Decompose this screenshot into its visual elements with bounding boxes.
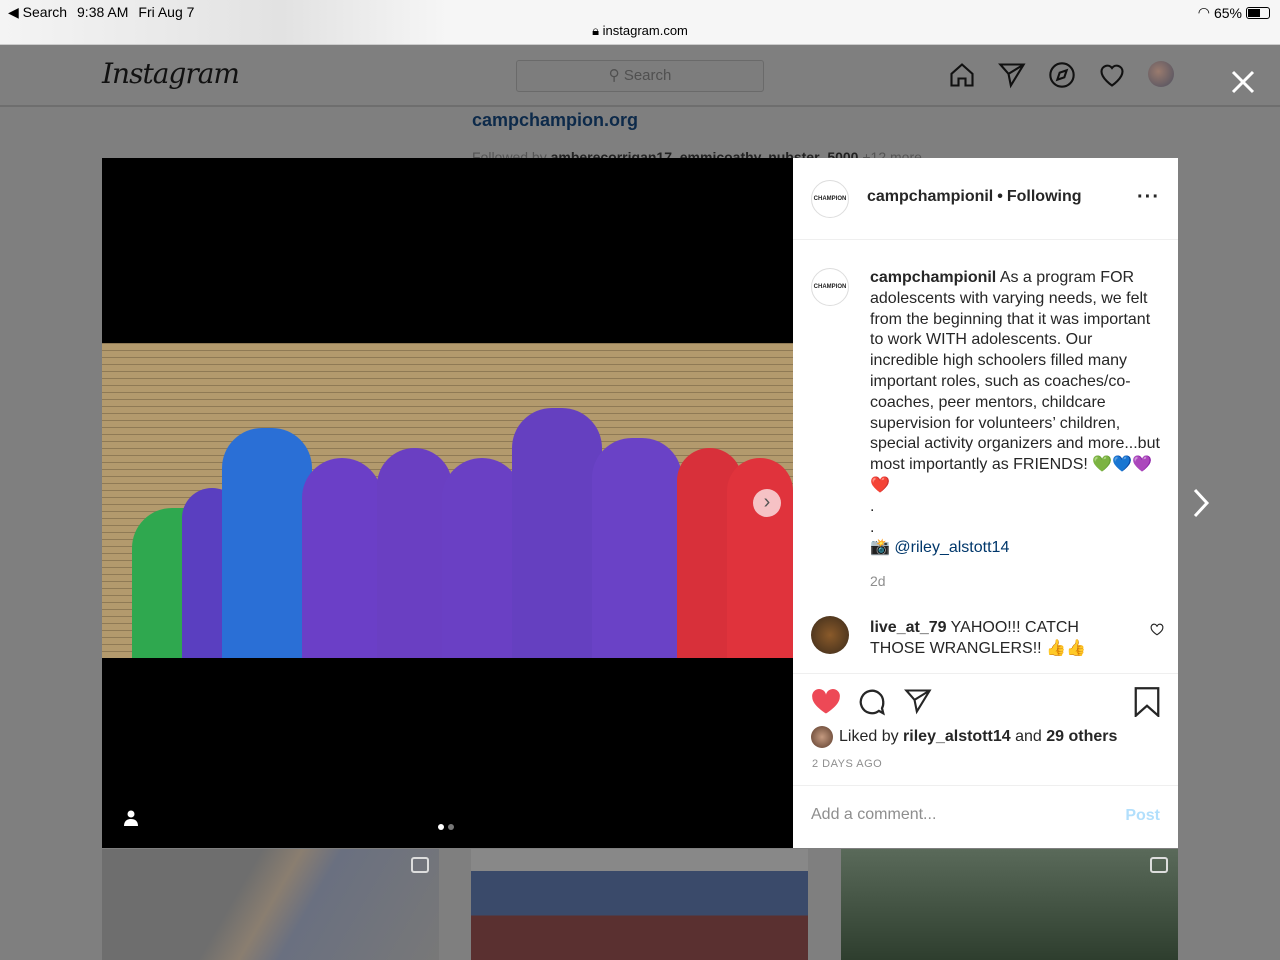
comment-item: live_at_79 YAHOO!!! CATCH THOSE WRANGLER… bbox=[793, 607, 1178, 673]
comment-input[interactable] bbox=[811, 806, 1091, 824]
caption-text: campchampionil As a program FOR adolesce… bbox=[870, 269, 1160, 557]
ios-status-bar: ◀ Search 9:38 AM Fri Aug 7 ◠ 65% 🔒︎ instagr… bbox=[0, 0, 1280, 45]
caption-username[interactable]: campchampionil bbox=[870, 269, 996, 286]
address-bar[interactable]: 🔒︎ instagram.com bbox=[0, 23, 1280, 39]
carousel-indicator bbox=[438, 824, 454, 830]
lock-icon: 🔒︎ bbox=[592, 23, 600, 38]
date: Fri Aug 7 bbox=[138, 4, 195, 20]
post-time[interactable]: 2d bbox=[870, 573, 1164, 589]
post-comment-button[interactable]: Post bbox=[1125, 807, 1160, 825]
followed-by: Followed by amberecorrigan17, emmicoathy… bbox=[472, 149, 922, 158]
search-icon: ⚲ bbox=[608, 67, 620, 84]
battery-icon bbox=[1246, 6, 1270, 19]
post-date: 2 DAYS AGO bbox=[812, 758, 883, 770]
search-placeholder: Search bbox=[623, 67, 672, 84]
grid-thumbnail[interactable] bbox=[841, 849, 1178, 960]
battery-percent: 65% bbox=[1213, 4, 1242, 21]
camera-flash-emoji: 📸 bbox=[870, 539, 890, 557]
liked-by: Liked by riley_alstott14 and 29 others bbox=[811, 726, 1117, 748]
home-icon[interactable] bbox=[948, 61, 976, 89]
more-options-icon[interactable]: ··· bbox=[1137, 186, 1160, 209]
commenter-username[interactable]: live_at_79 bbox=[870, 619, 947, 636]
following-button[interactable]: Following bbox=[1007, 188, 1082, 205]
post-media[interactable]: › bbox=[102, 158, 793, 848]
explore-icon[interactable] bbox=[1048, 61, 1076, 89]
author-username[interactable]: campchampionil bbox=[867, 188, 993, 205]
post-photo bbox=[102, 343, 793, 658]
direct-icon[interactable] bbox=[998, 61, 1026, 89]
url-text: instagram.com bbox=[602, 23, 688, 38]
like-comment-icon[interactable] bbox=[1150, 623, 1164, 636]
commenter-avatar[interactable] bbox=[811, 616, 849, 654]
author-avatar[interactable]: CHAMPION bbox=[811, 180, 849, 218]
share-icon[interactable] bbox=[903, 687, 933, 715]
profile-avatar[interactable] bbox=[1148, 61, 1174, 87]
wifi-icon: ◠ bbox=[1197, 4, 1210, 20]
liked-heart-icon[interactable] bbox=[811, 687, 841, 715]
next-post-arrow-icon[interactable] bbox=[1190, 486, 1212, 520]
liker-avatar[interactable] bbox=[811, 726, 833, 748]
likes-count[interactable]: 29 others bbox=[1046, 728, 1117, 745]
instagram-header: Instagram ⚲ Search bbox=[0, 45, 1280, 107]
carousel-icon bbox=[411, 857, 429, 873]
post-side-panel: CHAMPION campchampionil • Following ··· CH… bbox=[793, 158, 1178, 848]
grid-thumbnail[interactable] bbox=[102, 849, 439, 960]
profile-website[interactable]: campchampion.org bbox=[472, 110, 638, 131]
instagram-logo[interactable]: Instagram bbox=[102, 57, 240, 90]
video-icon bbox=[1150, 857, 1168, 873]
comment-icon[interactable] bbox=[857, 687, 887, 717]
liker-username[interactable]: riley_alstott14 bbox=[903, 728, 1011, 745]
search-input[interactable]: ⚲ Search bbox=[516, 60, 764, 92]
caption-avatar[interactable]: CHAMPION bbox=[811, 268, 849, 306]
close-icon[interactable] bbox=[1228, 67, 1258, 97]
clock: 9:38 AM bbox=[77, 4, 129, 20]
back-to-search[interactable]: ◀ Search bbox=[8, 4, 67, 20]
carousel-next-button[interactable]: › bbox=[753, 489, 781, 517]
user-tag-icon[interactable] bbox=[124, 810, 138, 826]
activity-heart-icon[interactable] bbox=[1098, 61, 1126, 89]
bookmark-icon[interactable] bbox=[1134, 687, 1160, 717]
grid-thumbnail[interactable] bbox=[471, 849, 808, 960]
mention-link[interactable]: @riley_alstott14 bbox=[894, 539, 1009, 556]
